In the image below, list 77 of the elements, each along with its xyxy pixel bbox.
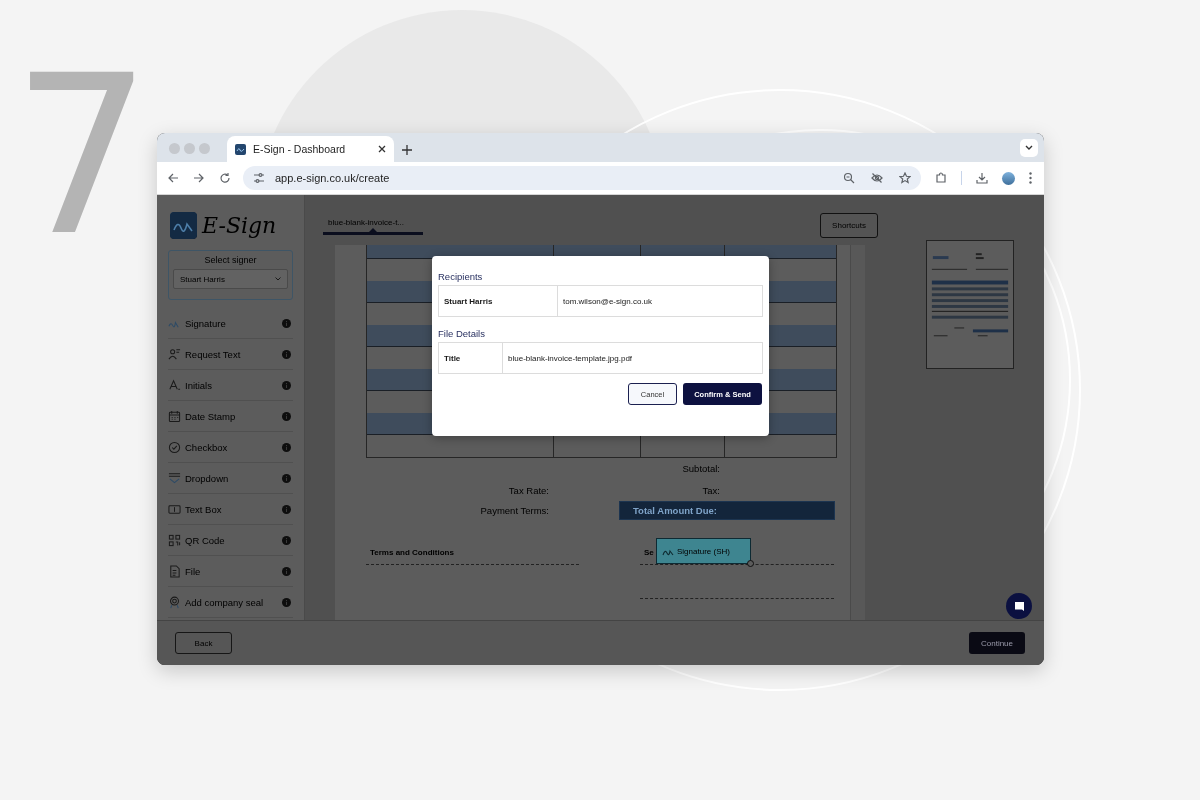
info-icon[interactable] — [282, 442, 291, 452]
new-tab-icon[interactable] — [402, 145, 412, 155]
logo-icon — [170, 211, 197, 239]
tool-item[interactable]: Signature — [168, 316, 226, 330]
tool-item[interactable]: File — [168, 564, 201, 578]
reload-icon[interactable] — [219, 172, 231, 184]
signer-dropdown[interactable]: Stuart Harris — [173, 269, 288, 289]
caret-icon — [275, 277, 281, 281]
continue-button[interactable]: Continue — [969, 632, 1025, 654]
tab-list-button[interactable] — [1020, 139, 1038, 157]
back-icon[interactable] — [167, 172, 179, 184]
info-icon[interactable] — [282, 473, 291, 483]
extensions-icon[interactable] — [935, 172, 947, 184]
url-text: app.e-sign.co.uk/create — [275, 172, 391, 184]
section-heading: Recipients — [438, 270, 484, 284]
info-icon[interactable] — [282, 411, 291, 421]
signature-field[interactable]: Signature (SH) — [656, 538, 751, 564]
signature-heading: Se — [644, 548, 654, 557]
info-icon[interactable] — [282, 380, 291, 390]
section-heading: File Details — [438, 327, 486, 341]
logo-text: E-Sign — [202, 212, 277, 238]
chevron-icon — [1025, 145, 1033, 151]
profile-avatar[interactable] — [1002, 171, 1015, 185]
browser-tab[interactable]: E-Sign - Dashboard — [227, 136, 394, 162]
text-box-icon — [168, 502, 181, 516]
document-tab[interactable]: blue-blank-invoice-t... — [323, 207, 423, 235]
info-icon[interactable] — [282, 597, 291, 607]
signer-label: Select signer — [203, 255, 258, 265]
close-icon[interactable] — [378, 145, 386, 153]
site-settings-icon[interactable] — [253, 172, 265, 184]
tool-item[interactable]: Checkbox — [168, 440, 228, 454]
info-icon[interactable] — [282, 535, 291, 545]
tax-rate-label: Tax Rate: — [507, 484, 549, 496]
download-icon[interactable] — [976, 172, 988, 184]
subtotal-label: Subtotal: — [681, 463, 720, 474]
tax-label: Tax: — [701, 484, 720, 496]
file-icon — [168, 564, 181, 578]
table-cell: Title — [439, 343, 503, 373]
back-button[interactable]: Back — [175, 632, 232, 654]
seal-icon — [168, 595, 181, 609]
terms-heading: Terms and Conditions — [369, 547, 455, 559]
table-cell: Stuart Harris — [439, 286, 558, 316]
tool-item[interactable]: QR Code — [168, 533, 225, 547]
table-cell-text: tom.wilson@e-sign.co.uk — [562, 295, 654, 308]
address-bar[interactable]: app.e-sign.co.uk/create — [243, 166, 921, 190]
chat-icon — [1013, 600, 1025, 612]
tool-item[interactable]: Initials — [168, 378, 212, 392]
step-number: 7 — [12, 30, 152, 283]
star-icon[interactable] — [899, 172, 911, 184]
scrollbar-track[interactable] — [850, 245, 865, 620]
table-cell-text: blue-blank-invoice-template.jpg.pdf — [507, 352, 634, 365]
dropdown-icon — [168, 471, 181, 485]
tool-item[interactable]: Date Stamp — [168, 409, 236, 423]
calendar-icon — [168, 409, 181, 423]
info-icon[interactable] — [282, 349, 291, 359]
info-icon[interactable] — [282, 318, 291, 328]
tool-item[interactable]: Text Box — [168, 502, 222, 516]
tool-item[interactable]: Dropdown — [168, 471, 229, 485]
eye-off-icon[interactable] — [871, 172, 883, 184]
qr-code-icon — [168, 533, 181, 547]
tool-item[interactable]: Request Text — [168, 347, 241, 361]
page-thumbnail[interactable] — [926, 240, 1014, 369]
check-circle-icon — [168, 440, 181, 454]
tab-title: E-Sign - Dashboard — [253, 143, 347, 155]
person-icon — [168, 347, 181, 361]
total-due-banner: Total Amount Due: — [619, 501, 835, 520]
forward-icon[interactable] — [193, 172, 205, 184]
menu-icon[interactable] — [1029, 172, 1032, 184]
app-icon — [235, 143, 246, 155]
shortcuts-button[interactable]: Shortcuts — [820, 213, 878, 238]
tool-item[interactable]: Add company seal — [168, 595, 264, 609]
zoom-icon[interactable] — [843, 172, 855, 184]
info-icon[interactable] — [282, 504, 291, 514]
info-icon[interactable] — [282, 566, 291, 576]
payment-terms-label: Payment Terms: — [479, 505, 549, 516]
chat-button[interactable] — [1006, 593, 1032, 619]
letter-icon — [168, 378, 181, 392]
